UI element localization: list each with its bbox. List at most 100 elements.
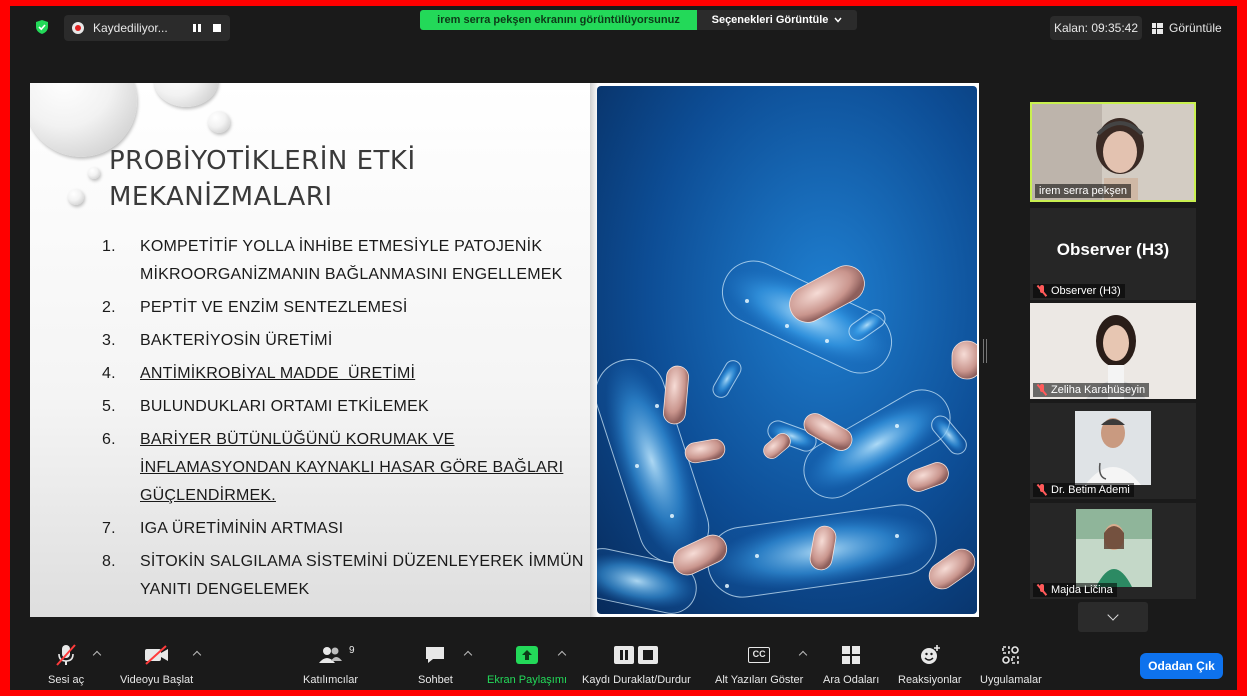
audio-options-caret[interactable] — [92, 650, 102, 660]
participant-tile[interactable]: Zeliha Karahüseyin — [1030, 303, 1196, 399]
list-number: 7. — [102, 520, 116, 537]
participant-name: Majda Ličina — [1033, 583, 1117, 597]
participant-tile[interactable]: Majda Ličina — [1030, 503, 1196, 599]
scroll-participants-button[interactable] — [1078, 602, 1148, 632]
list-item: 6. BARİYER BÜTÜNLÜĞÜNÜ KORUMAK VE İNFLAMA… — [102, 426, 592, 510]
list-text: PEPTİT VE ENZİM SENTEZLEMESİ — [140, 299, 408, 316]
list-text: BAKTERİYOSİN ÜRETİMİ — [140, 332, 333, 349]
shared-screen-slide: PROBİYOTİKLERİN ETKİ MEKANİZMALARI 1. KO… — [30, 83, 979, 617]
mic-muted-icon — [1037, 384, 1047, 396]
mic-muted-icon — [1037, 484, 1047, 496]
share-screen-label: Ekran Paylaşımı — [487, 674, 568, 686]
participant-name-text: Observer (H3) — [1051, 285, 1121, 297]
breakout-rooms-icon — [841, 642, 861, 668]
apps-label: Uygulamalar — [980, 674, 1042, 686]
list-text: BARİYER BÜTÜNLÜĞÜNÜ KORUMAK VE İNFLAMASYO… — [140, 431, 564, 504]
decor-bubble — [88, 167, 100, 179]
leave-room-button[interactable]: Odadan Çık — [1140, 653, 1223, 679]
list-number: 4. — [102, 365, 116, 382]
pause-stop-recording-button[interactable]: Kaydı Duraklat/Durdur — [582, 642, 691, 686]
video-options-caret[interactable] — [192, 650, 202, 660]
view-layout-icon — [1152, 22, 1163, 34]
start-video-button[interactable]: Videoyu Başlat — [120, 642, 193, 686]
encryption-shield-icon[interactable] — [34, 19, 50, 35]
list-number: 1. — [102, 238, 116, 255]
mic-muted-icon — [1037, 584, 1047, 596]
meeting-toolbar: Sesi aç Videoyu Başlat 9 Katılımcılar So… — [10, 638, 1237, 690]
decor-bubble — [154, 83, 218, 107]
view-options-label: Seçenekleri Görüntüle — [711, 14, 829, 26]
decor-bubble — [68, 189, 84, 205]
participant-name: Zeliha Karahüseyin — [1033, 383, 1150, 397]
recording-indicator: Kaydediliyor... — [64, 15, 230, 41]
mic-off-icon — [54, 642, 78, 668]
list-number: 6. — [102, 431, 116, 448]
list-item: 3. BAKTERİYOSİN ÜRETİMİ — [102, 327, 592, 355]
bacteria-illustration — [597, 86, 977, 614]
slide-title-line: PROBİYOTİKLERİN ETKİ — [109, 146, 416, 176]
remaining-time: Kalan: 09:35:42 — [1050, 16, 1142, 40]
view-options-button[interactable]: Seçenekleri Görüntüle — [697, 10, 857, 30]
captions-label: Alt Yazıları Göster — [715, 674, 804, 686]
chat-label: Sohbet — [418, 674, 453, 686]
pause-icon — [193, 24, 201, 32]
mechanism-list: 1. KOMPETİTİF YOLLA İNHİBE ETMESİYLE PAT… — [102, 233, 592, 609]
stop-recording-button[interactable] — [207, 18, 227, 38]
participants-icon: 9 — [318, 642, 355, 668]
bacteria-image — [597, 260, 977, 614]
participants-count: 9 — [348, 645, 355, 656]
list-item: 7. IGA ÜRETİMİNİN ARTMASI — [102, 515, 592, 543]
stop-icon — [213, 24, 221, 32]
video-off-icon — [144, 642, 170, 668]
list-item: 4. ANTİMİKROBİYAL MADDE ÜRETİMİ — [102, 360, 592, 388]
reactions-button[interactable]: Reaksiyonlar — [898, 642, 962, 686]
list-text: KOMPETİTİF YOLLA İNHİBE ETMESİYLE PATOJE… — [140, 238, 563, 283]
list-item: 5. BULUNDUKLARI ORTAMI ETKİLEMEK — [102, 393, 592, 421]
participants-label: Katılımcılar — [303, 674, 359, 686]
recording-label: Kaydediliyor... — [93, 21, 168, 35]
chat-button[interactable]: Sohbet — [418, 642, 453, 686]
slide-title-line: MEKANİZMALARI — [109, 182, 333, 212]
mic-muted-icon — [1037, 285, 1047, 297]
unmute-label: Sesi aç — [48, 674, 85, 686]
participant-name: irem serra pekşen — [1035, 184, 1132, 198]
list-item: 1. KOMPETİTİF YOLLA İNHİBE ETMESİYLE PAT… — [102, 233, 592, 289]
participant-name-text: Zeliha Karahüseyin — [1051, 384, 1146, 396]
captions-button[interactable]: CC Alt Yazıları Göster — [715, 642, 803, 686]
decor-bubble — [208, 111, 230, 133]
view-label: Görüntüle — [1169, 21, 1222, 35]
chat-icon — [424, 642, 446, 668]
chat-options-caret[interactable] — [463, 650, 473, 660]
list-number: 3. — [102, 332, 116, 349]
panel-resize-handle[interactable] — [983, 339, 987, 363]
unmute-button[interactable]: Sesi aç — [48, 642, 84, 686]
slide-text-panel: PROBİYOTİKLERİN ETKİ MEKANİZMALARI 1. KO… — [30, 83, 590, 617]
reactions-label: Reaksiyonlar — [898, 674, 962, 686]
apps-button[interactable]: Uygulamalar — [980, 642, 1042, 686]
list-text: IGA ÜRETİMİNİN ARTMASI — [140, 520, 344, 537]
list-number: 2. — [102, 299, 116, 316]
share-screen-icon — [515, 642, 539, 668]
participant-name-text: Majda Ličina — [1051, 584, 1113, 596]
participant-display-name: Observer (H3) — [1056, 240, 1170, 259]
chevron-down-icon — [1107, 609, 1119, 621]
list-text: SİTOKİN SALGILAMA SİSTEMİNİ DÜZENLEYEREK… — [140, 553, 584, 598]
participant-tile[interactable]: Dr. Betim Ademi — [1030, 403, 1196, 499]
reactions-icon — [919, 642, 941, 668]
breakout-rooms-button[interactable]: Ara Odaları — [823, 642, 879, 686]
participant-name-text: Dr. Betim Ademi — [1051, 484, 1130, 496]
participants-button[interactable]: 9 Katılımcılar — [303, 642, 358, 686]
apps-icon — [1001, 642, 1021, 668]
list-item: 8. SİTOKİN SALGILAMA SİSTEMİNİ DÜZENLEYE… — [102, 548, 592, 604]
view-button[interactable]: Görüntüle — [1152, 16, 1222, 40]
participant-tile[interactable]: irem serra pekşen — [1030, 102, 1196, 202]
share-screen-button[interactable]: Ekran Paylaşımı — [487, 642, 567, 686]
list-number: 5. — [102, 398, 116, 415]
pause-recording-button[interactable] — [187, 18, 207, 38]
screen-share-banner: irem serra pekşen ekranını görüntülüyors… — [420, 10, 697, 30]
participant-tile[interactable]: Observer (H3) Observer (H3) — [1030, 208, 1196, 300]
participant-name: Dr. Betim Ademi — [1033, 483, 1134, 497]
start-video-label: Videoyu Başlat — [120, 674, 194, 686]
captions-icon: CC — [748, 642, 771, 668]
zoom-window: Kaydediliyor... irem serra pekşen ekranı… — [10, 6, 1237, 690]
